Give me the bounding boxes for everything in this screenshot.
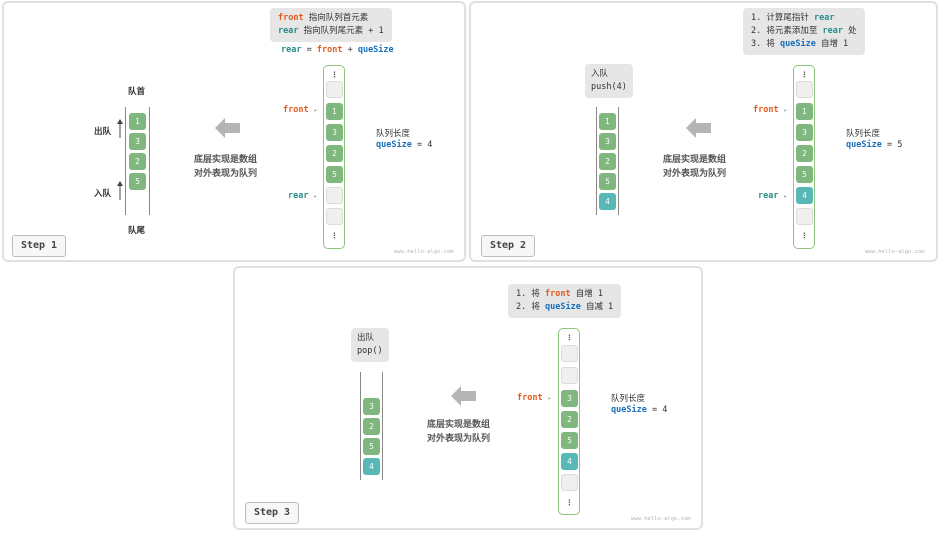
- array-slot-empty: [561, 474, 578, 491]
- impl-text: 底层实现是数组 对外表现为队列: [663, 155, 727, 179]
- queue-cell: 1: [599, 113, 616, 130]
- array-slot: 3: [561, 390, 578, 407]
- array-slot: 2: [561, 411, 578, 428]
- array-slot: 2: [326, 145, 343, 162]
- array-bottom-dots: ⋮: [561, 496, 578, 513]
- array-slot: 2: [796, 145, 813, 162]
- left-arrow-icon: [215, 118, 240, 138]
- enqueue-label: 入队: [94, 189, 112, 199]
- array-container: ⋮ 1 3 2 5 4 ⋮: [793, 65, 815, 249]
- rear-pointer: rear ▸: [758, 191, 788, 201]
- queue-cell: 3: [599, 133, 616, 150]
- left-arrow-icon: [451, 386, 476, 406]
- array-slot: 3: [326, 124, 343, 141]
- step-label: Step 3: [245, 502, 299, 524]
- array-slot: 5: [326, 166, 343, 183]
- watermark: www.hello-algo.com: [394, 249, 454, 255]
- watermark: www.hello-algo.com: [631, 516, 691, 522]
- queue-right-wall: [149, 107, 150, 215]
- step2-note: 1. 计算尾指针 rear 2. 将元素添加至 rear 处 3. 将 queS…: [743, 8, 865, 55]
- front-pointer: front ▸: [283, 105, 318, 115]
- step-label: Step 2: [481, 235, 535, 257]
- step2-panel: 1. 计算尾指针 rear 2. 将元素添加至 rear 处 3. 将 queS…: [469, 1, 938, 262]
- array-slot-empty: [326, 81, 343, 98]
- array-slot: 1: [796, 103, 813, 120]
- array-bottom-dots: ⋮: [326, 229, 343, 246]
- queue-left-wall: [596, 107, 597, 215]
- queue-cell: 5: [363, 438, 380, 455]
- step-label: Step 1: [12, 235, 66, 257]
- array-slot: 4: [561, 453, 578, 470]
- array-slot-empty: [326, 187, 343, 204]
- array-slot-new: 4: [796, 187, 813, 204]
- que-size-readout: queSize = 5: [846, 140, 903, 150]
- array-slot-empty: [796, 81, 813, 98]
- queue-cell: 4: [363, 458, 380, 475]
- que-size-readout: queSize = 4: [376, 140, 433, 150]
- queue-cell: 5: [129, 173, 146, 190]
- que-len-label: 队列长度: [611, 394, 646, 404]
- left-arrow-icon: [686, 118, 711, 138]
- impl-text: 底层实现是数组 对外表现为队列: [194, 155, 258, 179]
- step3-panel: 1. 将 front 自增 1 2. 将 queSize 自减 1 出队 pop…: [233, 266, 703, 530]
- step1-note: front 指向队列首元素 rear 指向队列尾元素 + 1: [270, 8, 392, 42]
- queue-head-label: 队首: [128, 87, 146, 97]
- queue-tail-label: 队尾: [128, 226, 146, 236]
- array-slot-empty: [561, 367, 578, 384]
- queue-cell: 2: [599, 153, 616, 170]
- step1-panel: front 指向队列首元素 rear 指向队列尾元素 + 1 rear = fr…: [2, 1, 466, 262]
- array-slot-empty: [796, 208, 813, 225]
- que-size-readout: queSize = 4: [611, 405, 668, 415]
- que-len-label: 队列长度: [846, 129, 881, 139]
- que-len-label: 队列长度: [376, 129, 411, 139]
- op-bubble: 入队 push(4): [585, 64, 633, 98]
- enqueue-arrow-icon: [117, 181, 123, 200]
- impl-text: 底层实现是数组 对外表现为队列: [427, 420, 491, 444]
- op-bubble: 出队 pop(): [351, 328, 389, 362]
- array-slot: 5: [561, 432, 578, 449]
- queue-cell: 5: [599, 173, 616, 190]
- array-container: ⋮ 1 3 2 5 ⋮: [323, 65, 345, 249]
- dequeue-arrow-icon: [117, 119, 123, 138]
- rear-pointer: rear ▸: [288, 191, 318, 201]
- queue-cell: 2: [129, 153, 146, 170]
- dequeue-label: 出队: [94, 127, 112, 137]
- queue-right-wall: [382, 372, 383, 480]
- queue-cell: 3: [363, 398, 380, 415]
- watermark: www.hello-algo.com: [865, 249, 925, 255]
- front-pointer: front ▸: [753, 105, 788, 115]
- queue-left-wall: [360, 372, 361, 480]
- array-slot: 5: [796, 166, 813, 183]
- array-slot-empty: [326, 208, 343, 225]
- queue-cell-new: 4: [599, 193, 616, 210]
- queue-cell: 2: [363, 418, 380, 435]
- front-pointer: front ▸: [517, 393, 552, 403]
- queue-right-wall: [618, 107, 619, 215]
- step3-note: 1. 将 front 自增 1 2. 将 queSize 自减 1: [508, 284, 622, 318]
- array-slot: 1: [326, 103, 343, 120]
- array-slot: 3: [796, 124, 813, 141]
- array-container: ⋮ 3 2 5 4 ⋮: [558, 328, 580, 515]
- rear-formula: rear = front + queSize: [281, 45, 394, 55]
- array-slot-empty: [561, 345, 578, 362]
- queue-cell: 1: [129, 113, 146, 130]
- queue-left-wall: [125, 107, 126, 215]
- queue-cell: 3: [129, 133, 146, 150]
- array-bottom-dots: ⋮: [796, 229, 813, 246]
